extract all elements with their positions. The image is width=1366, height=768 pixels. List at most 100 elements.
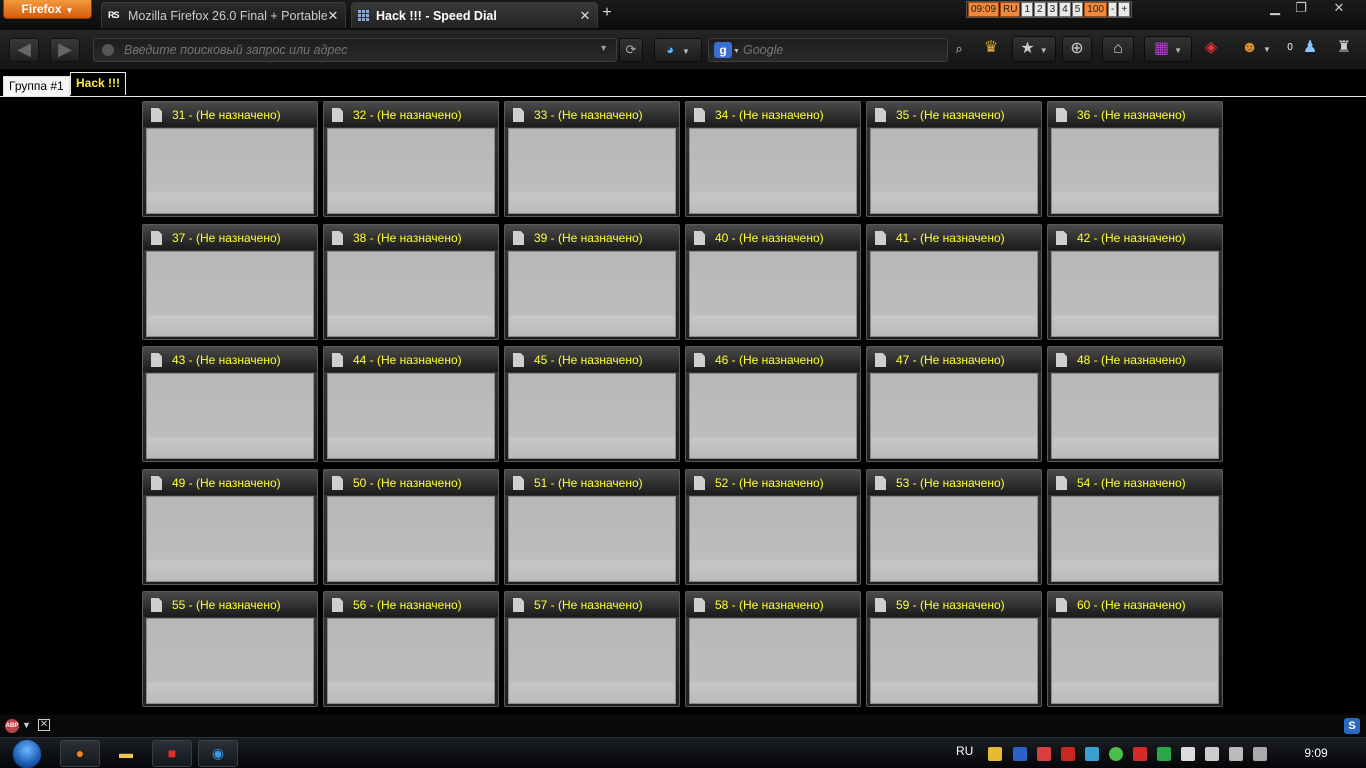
dial-thumbnail[interactable] <box>1051 618 1219 704</box>
dial-thumbnail[interactable] <box>508 128 676 214</box>
addon-robot-icon[interactable]: ♜ <box>1333 36 1355 62</box>
volume-icon[interactable] <box>1253 747 1267 761</box>
addon-icon[interactable]: ♛ <box>978 36 1004 62</box>
firefox-menu-button[interactable]: Firefox ▼ <box>3 0 92 19</box>
bookmarks-button[interactable]: ★ ▼ <box>1012 36 1056 62</box>
device-icon[interactable] <box>1205 747 1219 761</box>
forward-button[interactable]: ▶ <box>50 38 80 62</box>
dial-thumbnail[interactable] <box>870 128 1038 214</box>
greasemonkey-button[interactable]: ☻ ▼ <box>1232 36 1280 62</box>
tray-c-icon[interactable] <box>1133 747 1147 761</box>
dial-thumbnail[interactable] <box>146 251 314 337</box>
security-shield-icon[interactable] <box>988 747 1002 761</box>
speed-dial-tile[interactable]: 39 - (Не назначено) <box>504 224 680 340</box>
dial-thumbnail[interactable] <box>146 128 314 214</box>
dial-thumbnail[interactable] <box>146 618 314 704</box>
home-button[interactable]: ⌂ <box>1102 36 1134 62</box>
speed-dial-tile[interactable]: 48 - (Не назначено) <box>1047 346 1223 462</box>
speed-dial-tile[interactable]: 47 - (Не назначено) <box>866 346 1042 462</box>
speed-dial-tile[interactable]: 59 - (Не назначено) <box>866 591 1042 707</box>
close-addon-bar-icon[interactable]: ✕ <box>38 719 50 731</box>
time-button[interactable]: 09:09 <box>968 2 1000 17</box>
dial-thumbnail[interactable] <box>508 618 676 704</box>
dial-thumbnail[interactable] <box>508 373 676 459</box>
new-tab-button[interactable]: + <box>600 5 614 22</box>
start-button[interactable] <box>6 738 46 768</box>
zoom-in-button[interactable]: + <box>1118 2 1131 17</box>
speed-dial-tile[interactable]: 57 - (Не назначено) <box>504 591 680 707</box>
dial-thumbnail[interactable] <box>689 373 857 459</box>
speed-dial-tile[interactable]: 44 - (Не назначено) <box>323 346 499 462</box>
search-bar[interactable]: g ▼ <box>708 38 948 62</box>
minimize-icon[interactable]: ▁ <box>1262 0 1288 18</box>
dial-thumbnail[interactable] <box>1051 496 1219 582</box>
taskbar-explorer[interactable]: ▬ <box>106 740 146 767</box>
group-tab-hack[interactable]: Hack !!! <box>70 72 127 95</box>
addon-shield-icon[interactable]: ◈ <box>1198 36 1224 62</box>
dial-thumbnail[interactable] <box>870 618 1038 704</box>
speed-dial-tile[interactable]: 41 - (Не назначено) <box>866 224 1042 340</box>
speed-dial-tile[interactable]: 49 - (Не назначено) <box>142 469 318 585</box>
speed-dial-tile[interactable]: 34 - (Не назначено) <box>685 101 861 217</box>
addon-button[interactable]: ◕ ▼ <box>654 38 702 62</box>
dial-thumbnail[interactable] <box>1051 251 1219 337</box>
speed-dial-button[interactable]: ▦ ▼ <box>1144 36 1192 62</box>
group-button-1[interactable]: 1 <box>1021 2 1034 17</box>
google-search-engine-icon[interactable]: g <box>714 42 732 58</box>
dial-thumbnail[interactable] <box>689 251 857 337</box>
zoom-level-button[interactable]: 100 <box>1084 2 1107 17</box>
speed-dial-tile[interactable]: 58 - (Не назначено) <box>685 591 861 707</box>
speed-dial-tile[interactable]: 36 - (Не назначено) <box>1047 101 1223 217</box>
zoom-out-button[interactable]: - <box>1107 2 1118 17</box>
dial-thumbnail[interactable] <box>327 128 495 214</box>
speed-dial-tile[interactable]: 35 - (Не назначено) <box>866 101 1042 217</box>
downloads-button[interactable]: ⊕ <box>1062 36 1092 62</box>
speed-dial-tile[interactable]: 42 - (Не назначено) <box>1047 224 1223 340</box>
language-indicator[interactable]: RU <box>956 744 973 758</box>
speed-dial-tile[interactable]: 60 - (Не назначено) <box>1047 591 1223 707</box>
group-button-5[interactable]: 5 <box>1071 2 1084 17</box>
speed-dial-tile[interactable]: 46 - (Не назначено) <box>685 346 861 462</box>
speed-dial-tile[interactable]: 37 - (Не назначено) <box>142 224 318 340</box>
speed-dial-tile[interactable]: 38 - (Не назначено) <box>323 224 499 340</box>
tray-app-icon[interactable] <box>1037 747 1051 761</box>
close-icon[interactable]: ✕ <box>1326 0 1352 18</box>
search-input[interactable] <box>743 41 943 59</box>
tray-green-square-icon[interactable] <box>1157 747 1171 761</box>
dial-thumbnail[interactable] <box>870 496 1038 582</box>
back-button[interactable]: ◀ <box>9 38 39 62</box>
speed-dial-tile[interactable]: 45 - (Не назначено) <box>504 346 680 462</box>
tab-close-icon[interactable]: ✕ <box>579 9 591 22</box>
tray-red-icon[interactable] <box>1061 747 1075 761</box>
speed-dial-tile[interactable]: 53 - (Не назначено) <box>866 469 1042 585</box>
taskbar-app-blue[interactable]: ◉ <box>198 740 238 767</box>
tab-speed-dial[interactable]: Hack !!! - Speed Dial ✕ <box>351 2 598 28</box>
action-center-flag-icon[interactable] <box>1181 747 1195 761</box>
green-app-icon[interactable] <box>1109 747 1123 761</box>
tab-mozilla-firefox[interactable]: RS Mozilla Firefox 26.0 Final + Portable… <box>101 2 346 28</box>
dial-thumbnail[interactable] <box>870 251 1038 337</box>
network-app-icon[interactable] <box>1085 747 1099 761</box>
restore-icon[interactable]: ❐ <box>1288 0 1314 18</box>
speed-dial-tile[interactable]: 43 - (Не назначено) <box>142 346 318 462</box>
taskbar-app[interactable]: ■ <box>152 740 192 767</box>
language-button[interactable]: RU <box>1000 2 1021 17</box>
taskbar-clock[interactable]: 9:09 <box>1296 746 1336 760</box>
dial-thumbnail[interactable] <box>689 618 857 704</box>
speed-dial-tile[interactable]: 54 - (Не назначено) <box>1047 469 1223 585</box>
dial-thumbnail[interactable] <box>146 373 314 459</box>
addon-people-icon[interactable]: ♟ <box>1297 36 1323 62</box>
s-addon-icon[interactable]: S <box>1344 718 1360 734</box>
speed-dial-tile[interactable]: 50 - (Не назначено) <box>323 469 499 585</box>
dial-thumbnail[interactable] <box>870 373 1038 459</box>
dial-thumbnail[interactable] <box>508 251 676 337</box>
search-button[interactable]: ⌕ <box>948 38 970 62</box>
url-bar[interactable]: ▼ <box>93 38 617 62</box>
dial-thumbnail[interactable] <box>1051 373 1219 459</box>
group-button-3[interactable]: 3 <box>1046 2 1059 17</box>
dial-thumbnail[interactable] <box>689 128 857 214</box>
dial-thumbnail[interactable] <box>146 496 314 582</box>
speed-dial-tile[interactable]: 32 - (Не назначено) <box>323 101 499 217</box>
group-button-2[interactable]: 2 <box>1034 2 1046 17</box>
speed-dial-tile[interactable]: 51 - (Не назначено) <box>504 469 680 585</box>
